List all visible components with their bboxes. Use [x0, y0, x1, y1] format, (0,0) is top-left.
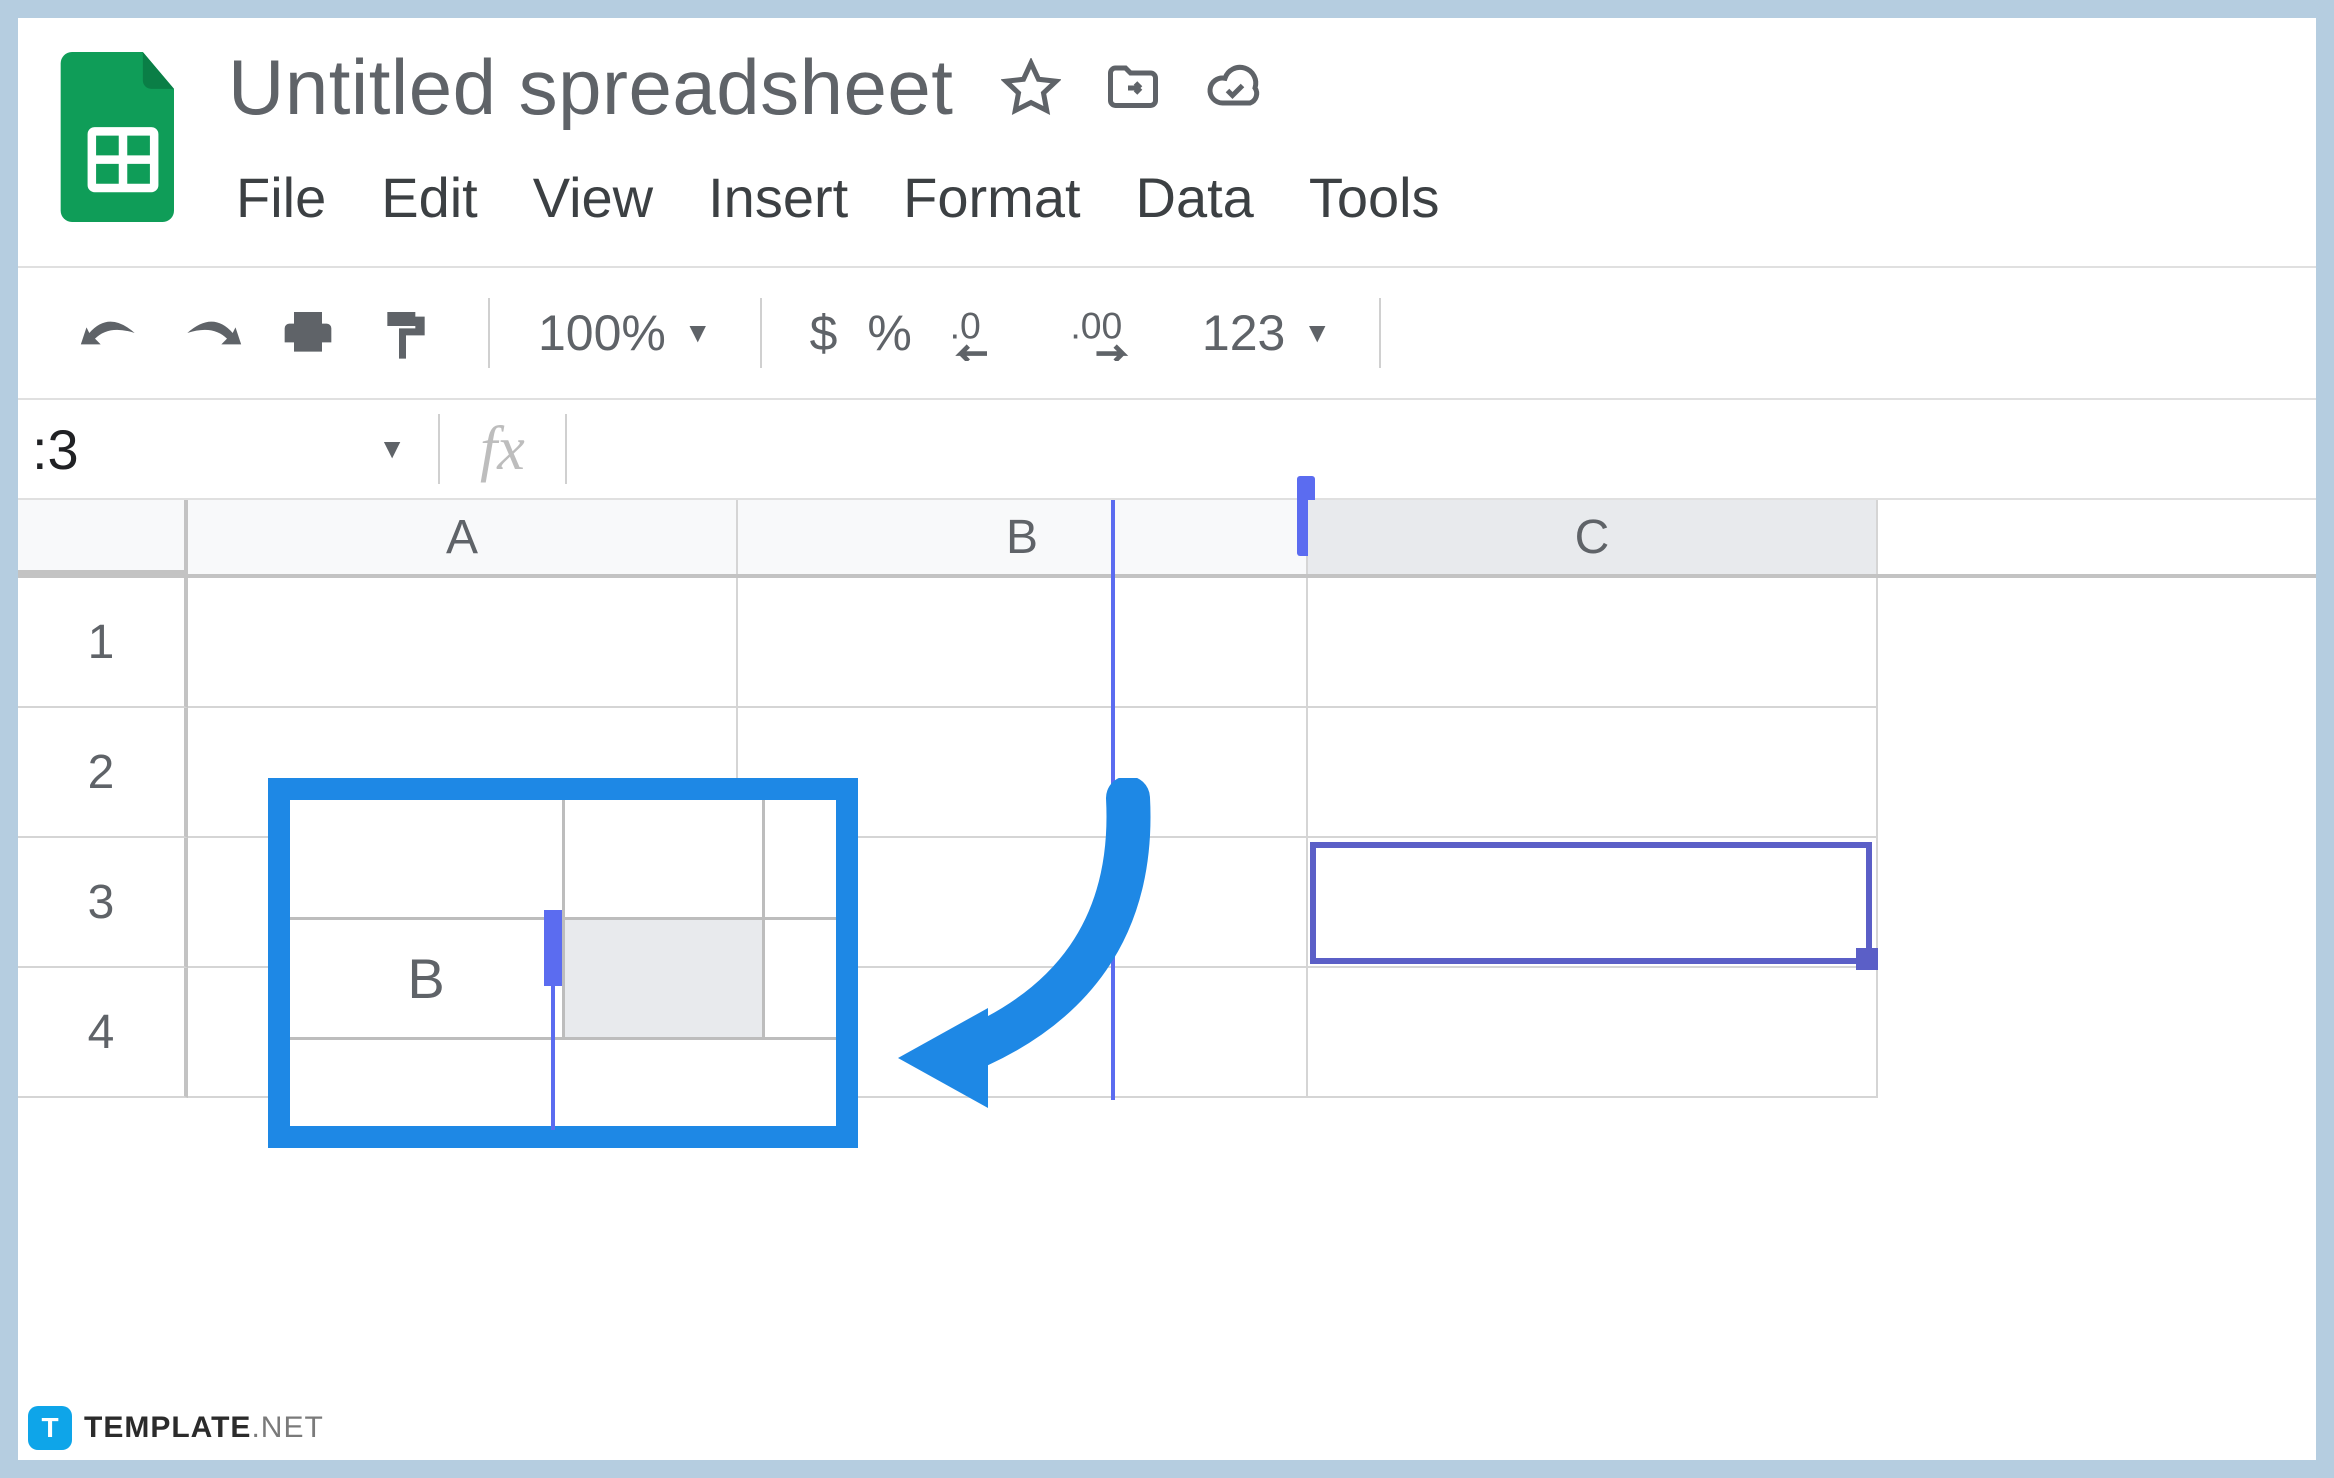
redo-icon[interactable] — [176, 305, 244, 361]
watermark-text: TEMPLATE.NET — [84, 1411, 324, 1445]
menu-insert[interactable]: Insert — [708, 165, 848, 230]
formula-bar: :3 ▼ fx — [18, 400, 2316, 500]
more-formats-dropdown[interactable]: 123 ▼ — [1202, 304, 1331, 362]
chevron-down-icon: ▼ — [378, 433, 406, 465]
svg-text:.0: .0 — [950, 305, 981, 347]
selection-outline — [1310, 842, 1872, 964]
column-header-b[interactable]: B — [738, 500, 1308, 574]
cell-c4[interactable] — [1308, 968, 1878, 1098]
undo-icon[interactable] — [78, 305, 146, 361]
zoom-column-label: B — [290, 920, 565, 1037]
sheets-logo-icon[interactable] — [58, 52, 188, 222]
watermark-brand: TEMPLATE — [84, 1411, 251, 1444]
column-header-c[interactable]: C — [1308, 500, 1878, 574]
menu-view[interactable]: View — [533, 165, 653, 230]
print-icon[interactable] — [274, 305, 342, 361]
menu-bar: File Edit View Insert Format Data Tools — [228, 165, 2296, 230]
menu-format[interactable]: Format — [903, 165, 1080, 230]
move-folder-icon[interactable] — [1103, 58, 1163, 118]
more-formats-label: 123 — [1202, 304, 1285, 362]
zoom-resize-handle-icon — [544, 910, 562, 986]
paint-format-icon[interactable] — [372, 305, 440, 361]
app-window: Untitled spreadsheet File Edit View — [18, 18, 2316, 1460]
toolbar: 100% ▼ $ % .0 .00 123 ▼ — [18, 266, 2316, 400]
watermark-badge-icon: T — [28, 1406, 72, 1450]
svg-text:.00: .00 — [1070, 305, 1122, 347]
watermark: T TEMPLATE.NET — [18, 1396, 342, 1460]
row-header-1[interactable]: 1 — [18, 578, 188, 708]
cell-c1[interactable] — [1308, 578, 1878, 708]
zoom-callout: B — [268, 778, 858, 1148]
column-header-b-label: B — [1006, 510, 1038, 565]
select-all-corner[interactable] — [18, 500, 188, 574]
document-title[interactable]: Untitled spreadsheet — [228, 42, 953, 133]
menu-tools[interactable]: Tools — [1309, 165, 1440, 230]
column-header-a[interactable]: A — [188, 500, 738, 574]
cell-c2[interactable] — [1308, 708, 1878, 838]
row-header-4[interactable]: 4 — [18, 968, 188, 1098]
fx-label: fx — [440, 414, 565, 485]
zoom-resize-guide — [551, 980, 555, 1130]
toolbar-separator — [760, 298, 762, 368]
zoom-dropdown[interactable]: 100% ▼ — [538, 304, 712, 362]
zoom-value: 100% — [538, 304, 666, 362]
name-box[interactable]: :3 ▼ — [18, 417, 438, 482]
decrease-decimal-button[interactable]: .0 — [942, 305, 1032, 361]
callout-arrow-icon — [878, 778, 1188, 1118]
header: Untitled spreadsheet File Edit View — [18, 18, 2316, 230]
watermark-suffix: .NET — [251, 1411, 323, 1444]
title-area: Untitled spreadsheet File Edit View — [228, 42, 2296, 230]
formula-bar-separator — [565, 414, 567, 484]
menu-file[interactable]: File — [236, 165, 326, 230]
cell-b1[interactable] — [738, 578, 1308, 708]
menu-data[interactable]: Data — [1136, 165, 1254, 230]
increase-decimal-button[interactable]: .00 — [1062, 305, 1172, 361]
name-box-value: :3 — [32, 417, 79, 482]
star-icon[interactable] — [1001, 58, 1061, 118]
format-percent-button[interactable]: % — [867, 304, 911, 362]
chevron-down-icon: ▼ — [1303, 317, 1331, 349]
row-header-2[interactable]: 2 — [18, 708, 188, 838]
column-headers: A B C — [18, 500, 2316, 578]
toolbar-separator — [488, 298, 490, 368]
cloud-status-icon[interactable] — [1205, 58, 1265, 118]
chevron-down-icon: ▼ — [684, 317, 712, 349]
cell-a1[interactable] — [188, 578, 738, 708]
toolbar-separator — [1379, 298, 1381, 368]
row-header-3[interactable]: 3 — [18, 838, 188, 968]
grid-row: 1 — [18, 578, 2316, 708]
menu-edit[interactable]: Edit — [381, 165, 478, 230]
format-currency-button[interactable]: $ — [810, 304, 838, 362]
